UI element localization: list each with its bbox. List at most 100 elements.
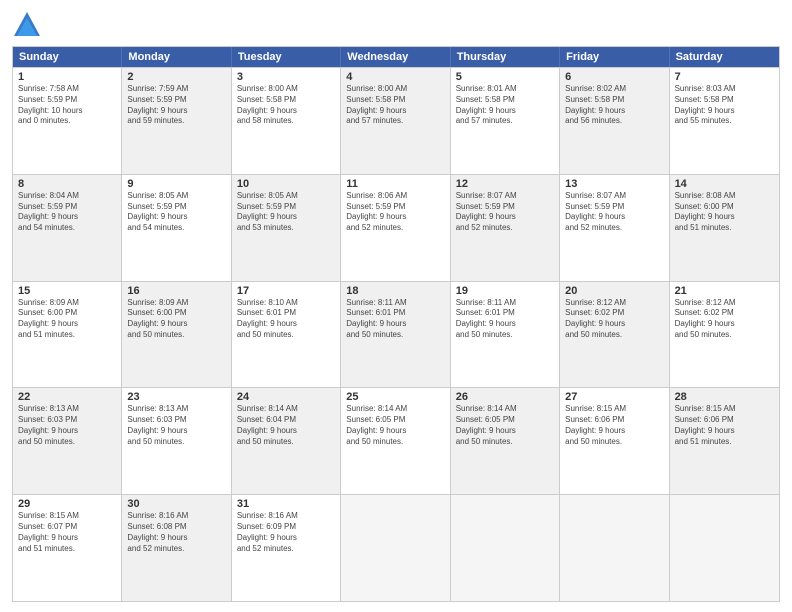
calendar-row-3: 15 Sunrise: 8:09 AMSunset: 6:00 PMDayligh… (13, 281, 779, 388)
day-number: 26 (456, 391, 554, 403)
weekday-header-saturday: Saturday (670, 47, 779, 67)
calendar-cell: 25Sunrise: 8:14 AMSunset: 6:05 PMDayligh… (341, 388, 450, 494)
calendar-cell (670, 495, 779, 601)
day-number: 14 (675, 178, 774, 190)
cell-text: Sunrise: 7:59 AMSunset: 5:59 PMDaylight:… (127, 84, 225, 127)
cell-text: Sunrise: 8:04 AMSunset: 5:59 PMDaylight:… (18, 191, 116, 234)
cell-text: Sunrise: 8:06 AMSunset: 5:59 PMDaylight:… (346, 191, 444, 234)
calendar-cell (560, 495, 669, 601)
calendar-cell: 8Sunrise: 8:04 AMSunset: 5:59 PMDaylight… (13, 175, 122, 281)
calendar-cell: 23Sunrise: 8:13 AMSunset: 6:03 PMDayligh… (122, 388, 231, 494)
calendar-cell: 13Sunrise: 8:07 AMSunset: 5:59 PMDayligh… (560, 175, 669, 281)
cell-text: Sunrise: 8:00 AMSunset: 5:58 PMDaylight:… (346, 84, 444, 127)
calendar-row-4: 22Sunrise: 8:13 AMSunset: 6:03 PMDayligh… (13, 387, 779, 494)
cell-text: Sunrise: 8:14 AMSunset: 6:05 PMDaylight:… (346, 404, 444, 447)
cell-text: Sunrise: 8:07 AMSunset: 5:59 PMDaylight:… (456, 191, 554, 234)
cell-text: Sunrise: 7:58 AMSunset: 5:59 PMDaylight:… (18, 84, 116, 127)
cell-text: Sunrise: 8:15 AMSunset: 6:07 PMDaylight:… (18, 511, 116, 554)
cell-text: Sunrise: 8:01 AMSunset: 5:58 PMDaylight:… (456, 84, 554, 127)
cell-text: Sunrise: 8:09 AMSunset: 6:00 PMDaylight:… (127, 298, 225, 341)
day-number: 17 (237, 285, 335, 297)
calendar-row-2: 8Sunrise: 8:04 AMSunset: 5:59 PMDaylight… (13, 174, 779, 281)
cell-text: Sunrise: 8:12 AMSunset: 6:02 PMDaylight:… (675, 298, 774, 341)
cell-text: Sunrise: 8:16 AMSunset: 6:09 PMDaylight:… (237, 511, 335, 554)
calendar-cell: 2Sunrise: 7:59 AMSunset: 5:59 PMDaylight… (122, 68, 231, 174)
header (12, 10, 780, 40)
day-number: 30 (127, 498, 225, 510)
calendar: SundayMondayTuesdayWednesdayThursdayFrid… (12, 46, 780, 602)
calendar-cell: 15Sunrise: 8:09 AMSunset: 6:00 PMDayligh… (13, 282, 122, 388)
cell-text: Sunrise: 8:13 AMSunset: 6:03 PMDaylight:… (18, 404, 116, 447)
day-number: 7 (675, 71, 774, 83)
day-number: 15 (18, 285, 116, 297)
calendar-cell: 16Sunrise: 8:09 AMSunset: 6:00 PMDayligh… (122, 282, 231, 388)
cell-text: Sunrise: 8:03 AMSunset: 5:58 PMDaylight:… (675, 84, 774, 127)
day-number: 23 (127, 391, 225, 403)
calendar-cell: 19Sunrise: 8:11 AMSunset: 6:01 PMDayligh… (451, 282, 560, 388)
cell-text: Sunrise: 8:05 AMSunset: 5:59 PMDaylight:… (127, 191, 225, 234)
calendar-cell: 14Sunrise: 8:08 AMSunset: 6:00 PMDayligh… (670, 175, 779, 281)
day-number: 28 (675, 391, 774, 403)
cell-text: Sunrise: 8:13 AMSunset: 6:03 PMDaylight:… (127, 404, 225, 447)
calendar-cell: 5Sunrise: 8:01 AMSunset: 5:58 PMDaylight… (451, 68, 560, 174)
calendar-cell: 22Sunrise: 8:13 AMSunset: 6:03 PMDayligh… (13, 388, 122, 494)
cell-text: Sunrise: 8:00 AMSunset: 5:58 PMDaylight:… (237, 84, 335, 127)
day-number: 29 (18, 498, 116, 510)
page: SundayMondayTuesdayWednesdayThursdayFrid… (0, 0, 792, 612)
calendar-cell: 9Sunrise: 8:05 AMSunset: 5:59 PMDaylight… (122, 175, 231, 281)
calendar-cell: 10Sunrise: 8:05 AMSunset: 5:59 PMDayligh… (232, 175, 341, 281)
day-number: 25 (346, 391, 444, 403)
calendar-header: SundayMondayTuesdayWednesdayThursdayFrid… (13, 47, 779, 67)
day-number: 31 (237, 498, 335, 510)
day-number: 22 (18, 391, 116, 403)
day-number: 10 (237, 178, 335, 190)
day-number: 2 (127, 71, 225, 83)
day-number: 24 (237, 391, 335, 403)
calendar-cell: 26Sunrise: 8:14 AMSunset: 6:05 PMDayligh… (451, 388, 560, 494)
day-number: 20 (565, 285, 663, 297)
calendar-cell: 20Sunrise: 8:12 AMSunset: 6:02 PMDayligh… (560, 282, 669, 388)
weekday-header-tuesday: Tuesday (232, 47, 341, 67)
day-number: 8 (18, 178, 116, 190)
day-number: 12 (456, 178, 554, 190)
day-number: 13 (565, 178, 663, 190)
calendar-cell: 30Sunrise: 8:16 AMSunset: 6:08 PMDayligh… (122, 495, 231, 601)
calendar-cell: 28Sunrise: 8:15 AMSunset: 6:06 PMDayligh… (670, 388, 779, 494)
day-number: 18 (346, 285, 444, 297)
cell-text: Sunrise: 8:08 AMSunset: 6:00 PMDaylight:… (675, 191, 774, 234)
day-number: 9 (127, 178, 225, 190)
calendar-cell: 21Sunrise: 8:12 AMSunset: 6:02 PMDayligh… (670, 282, 779, 388)
calendar-cell (451, 495, 560, 601)
calendar-cell: 29Sunrise: 8:15 AMSunset: 6:07 PMDayligh… (13, 495, 122, 601)
weekday-header-monday: Monday (122, 47, 231, 67)
cell-text: Sunrise: 8:16 AMSunset: 6:08 PMDaylight:… (127, 511, 225, 554)
weekday-header-thursday: Thursday (451, 47, 560, 67)
day-number: 27 (565, 391, 663, 403)
calendar-cell: 1Sunrise: 7:58 AMSunset: 5:59 PMDaylight… (13, 68, 122, 174)
day-number: 4 (346, 71, 444, 83)
weekday-header-wednesday: Wednesday (341, 47, 450, 67)
day-number: 5 (456, 71, 554, 83)
weekday-header-friday: Friday (560, 47, 669, 67)
cell-text: Sunrise: 8:15 AMSunset: 6:06 PMDaylight:… (565, 404, 663, 447)
day-number: 6 (565, 71, 663, 83)
calendar-cell: 3Sunrise: 8:00 AMSunset: 5:58 PMDaylight… (232, 68, 341, 174)
cell-text: Sunrise: 8:14 AMSunset: 6:04 PMDaylight:… (237, 404, 335, 447)
day-number: 1 (18, 71, 116, 83)
calendar-cell: 7Sunrise: 8:03 AMSunset: 5:58 PMDaylight… (670, 68, 779, 174)
day-number: 16 (127, 285, 225, 297)
cell-text: Sunrise: 8:05 AMSunset: 5:59 PMDaylight:… (237, 191, 335, 234)
calendar-cell: 6Sunrise: 8:02 AMSunset: 5:58 PMDaylight… (560, 68, 669, 174)
calendar-cell: 31Sunrise: 8:16 AMSunset: 6:09 PMDayligh… (232, 495, 341, 601)
cell-text: Sunrise: 8:10 AMSunset: 6:01 PMDaylight:… (237, 298, 335, 341)
calendar-cell: 27Sunrise: 8:15 AMSunset: 6:06 PMDayligh… (560, 388, 669, 494)
calendar-cell: 17Sunrise: 8:10 AMSunset: 6:01 PMDayligh… (232, 282, 341, 388)
cell-text: Sunrise: 8:14 AMSunset: 6:05 PMDaylight:… (456, 404, 554, 447)
calendar-cell (341, 495, 450, 601)
cell-text: Sunrise: 8:02 AMSunset: 5:58 PMDaylight:… (565, 84, 663, 127)
day-number: 3 (237, 71, 335, 83)
calendar-body: 1Sunrise: 7:58 AMSunset: 5:59 PMDaylight… (13, 67, 779, 601)
cell-text: Sunrise: 8:11 AMSunset: 6:01 PMDaylight:… (346, 298, 444, 341)
cell-text: Sunrise: 8:11 AMSunset: 6:01 PMDaylight:… (456, 298, 554, 341)
day-number: 21 (675, 285, 774, 297)
